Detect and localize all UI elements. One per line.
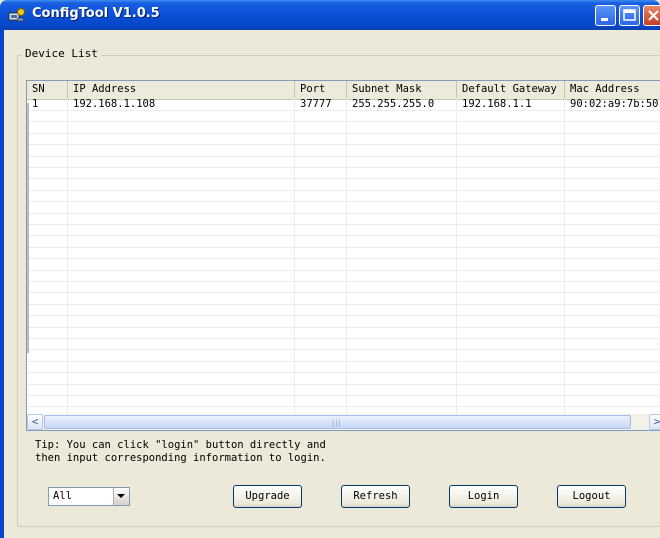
table-row[interactable]	[27, 350, 660, 362]
table-row[interactable]	[27, 247, 660, 260]
table-row[interactable]	[27, 167, 660, 180]
table-rows: 1 192.168.1.108 37777 255.255.255.0 192.168.…	[27, 99, 660, 414]
table-row[interactable]	[27, 259, 660, 271]
table-row[interactable]: 1 192.168.1.108 37777 255.255.255.0 192.168.…	[27, 99, 660, 111]
app-icon	[8, 8, 25, 22]
cell-sn: 1	[32, 99, 39, 110]
filter-select[interactable]: All	[48, 487, 130, 506]
horizontal-scrollbar[interactable]: < ||| >	[27, 414, 660, 430]
table-row[interactable]	[27, 122, 660, 134]
scroll-right-button[interactable]: >	[649, 414, 660, 430]
window-left-border	[0, 30, 4, 538]
table-row[interactable]	[27, 156, 660, 168]
device-list-label: Device List	[22, 47, 101, 60]
maximize-button[interactable]	[619, 5, 640, 26]
table-row[interactable]	[27, 293, 660, 305]
table-row[interactable]	[27, 384, 660, 396]
logout-button[interactable]: Logout	[557, 485, 626, 508]
table-row[interactable]	[27, 224, 660, 237]
column-header-port[interactable]: Port	[295, 81, 347, 98]
table-row[interactable]	[27, 133, 660, 146]
column-header-sn[interactable]: SN	[27, 81, 68, 98]
cell-port: 37777	[300, 99, 332, 110]
column-header-default-gateway[interactable]: Default Gateway	[457, 81, 565, 98]
table-row[interactable]	[27, 179, 660, 191]
column-header-subnet-mask[interactable]: Subnet Mask	[347, 81, 457, 98]
refresh-button[interactable]: Refresh	[341, 485, 410, 508]
column-divider	[564, 99, 565, 414]
table-row[interactable]	[27, 327, 660, 339]
table-header: SN IP Address Port Subnet Mask Default G…	[27, 81, 660, 100]
scroll-grip-icon: |||	[331, 419, 342, 427]
table-row[interactable]	[27, 213, 660, 225]
table-row[interactable]	[27, 338, 660, 351]
filter-select-value: All	[53, 490, 72, 502]
column-divider	[67, 99, 68, 414]
table-row[interactable]	[27, 395, 660, 408]
table-row[interactable]	[27, 316, 660, 328]
device-list-table[interactable]: SN IP Address Port Subnet Mask Default G…	[26, 80, 660, 431]
maximize-icon	[623, 9, 636, 21]
column-header-mac-address[interactable]: Mac Address	[565, 81, 660, 98]
table-row[interactable]	[27, 145, 660, 157]
table-row[interactable]	[27, 270, 660, 282]
chevron-down-icon	[117, 494, 125, 498]
upgrade-button[interactable]: Upgrade	[233, 485, 302, 508]
column-divider	[294, 99, 295, 414]
cell-subnet-mask: 255.255.255.0	[352, 99, 435, 110]
login-button[interactable]: Login	[449, 485, 518, 508]
column-header-ip-address[interactable]: IP Address	[68, 81, 295, 98]
window-title: ConfigTool V1.0.5	[32, 6, 160, 21]
cell-ip-address: 192.168.1.108	[73, 99, 156, 110]
title-bar[interactable]: ConfigTool V1.0.5	[0, 0, 660, 30]
column-divider	[456, 99, 457, 414]
scroll-left-button[interactable]: <	[27, 414, 43, 430]
focus-marker	[27, 103, 29, 353]
scroll-thumb[interactable]: |||	[44, 415, 631, 429]
table-row[interactable]	[27, 361, 660, 374]
close-button[interactable]	[643, 5, 660, 26]
cell-default-gateway: 192.168.1.1	[462, 99, 532, 110]
tip-text: Tip: You can click "login" button direct…	[35, 439, 326, 464]
filter-dropdown-button[interactable]	[113, 488, 129, 505]
table-row[interactable]	[27, 202, 660, 214]
configtool-window: ConfigTool V1.0.5 Device List SN IP Addr…	[0, 0, 660, 538]
table-row[interactable]	[27, 304, 660, 317]
column-divider	[346, 99, 347, 414]
cell-mac-address: 90:02:a9:7b:50	[570, 99, 659, 110]
minimize-button[interactable]	[595, 5, 616, 26]
table-row[interactable]	[27, 110, 660, 123]
table-row[interactable]	[27, 190, 660, 203]
table-row[interactable]	[27, 236, 660, 248]
close-icon	[648, 10, 659, 21]
table-row[interactable]	[27, 373, 660, 385]
minimize-icon	[601, 18, 608, 21]
table-row[interactable]	[27, 281, 660, 294]
